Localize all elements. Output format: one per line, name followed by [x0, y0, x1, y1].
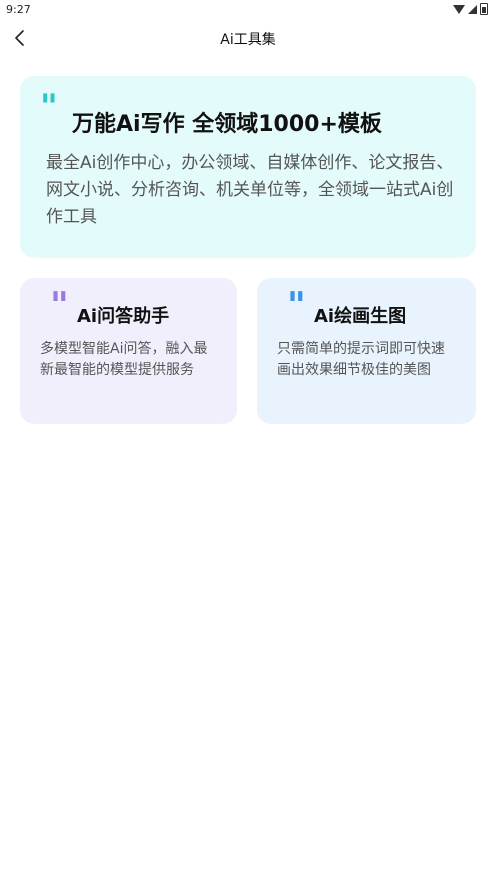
top-bar: Ai工具集 [0, 20, 496, 56]
ai-drawing-title: Ai绘画生图 [314, 306, 407, 327]
battery-icon [480, 3, 488, 15]
page-title: Ai工具集 [220, 32, 276, 48]
status-time: 9:27 [6, 3, 31, 16]
status-icons [453, 3, 488, 15]
ai-qa-title: Ai问答助手 [77, 306, 170, 327]
ai-drawing-card[interactable]: " Ai绘画生图 只需简单的提示词即可快速画出效果细节极佳的美图 [257, 278, 476, 424]
ai-qa-description: 多模型智能Ai问答，融入最新最智能的模型提供服务 [40, 341, 208, 378]
quote-mark-icon: " [40, 87, 58, 127]
ai-drawing-description: 只需简单的提示词即可快速画出效果细节极佳的美图 [277, 341, 445, 378]
ai-writing-title: 万能Ai写作 全领域1000+模板 [72, 112, 382, 137]
ai-writing-card[interactable]: " 万能Ai写作 全领域1000+模板 最全Ai创作中心，办公领域、自媒体创作、… [20, 76, 476, 258]
ai-writing-description: 最全Ai创作中心，办公领域、自媒体创作、论文报告、网文小说、分析咨询、机关单位等… [46, 153, 454, 227]
quote-mark-icon: " [287, 285, 306, 327]
status-bar: 9:27 [0, 0, 496, 20]
quote-mark-icon: " [50, 285, 69, 327]
ai-qa-card[interactable]: " Ai问答助手 多模型智能Ai问答，融入最新最智能的模型提供服务 [20, 278, 237, 424]
wifi-icon [453, 4, 465, 14]
signal-icon [468, 4, 477, 14]
